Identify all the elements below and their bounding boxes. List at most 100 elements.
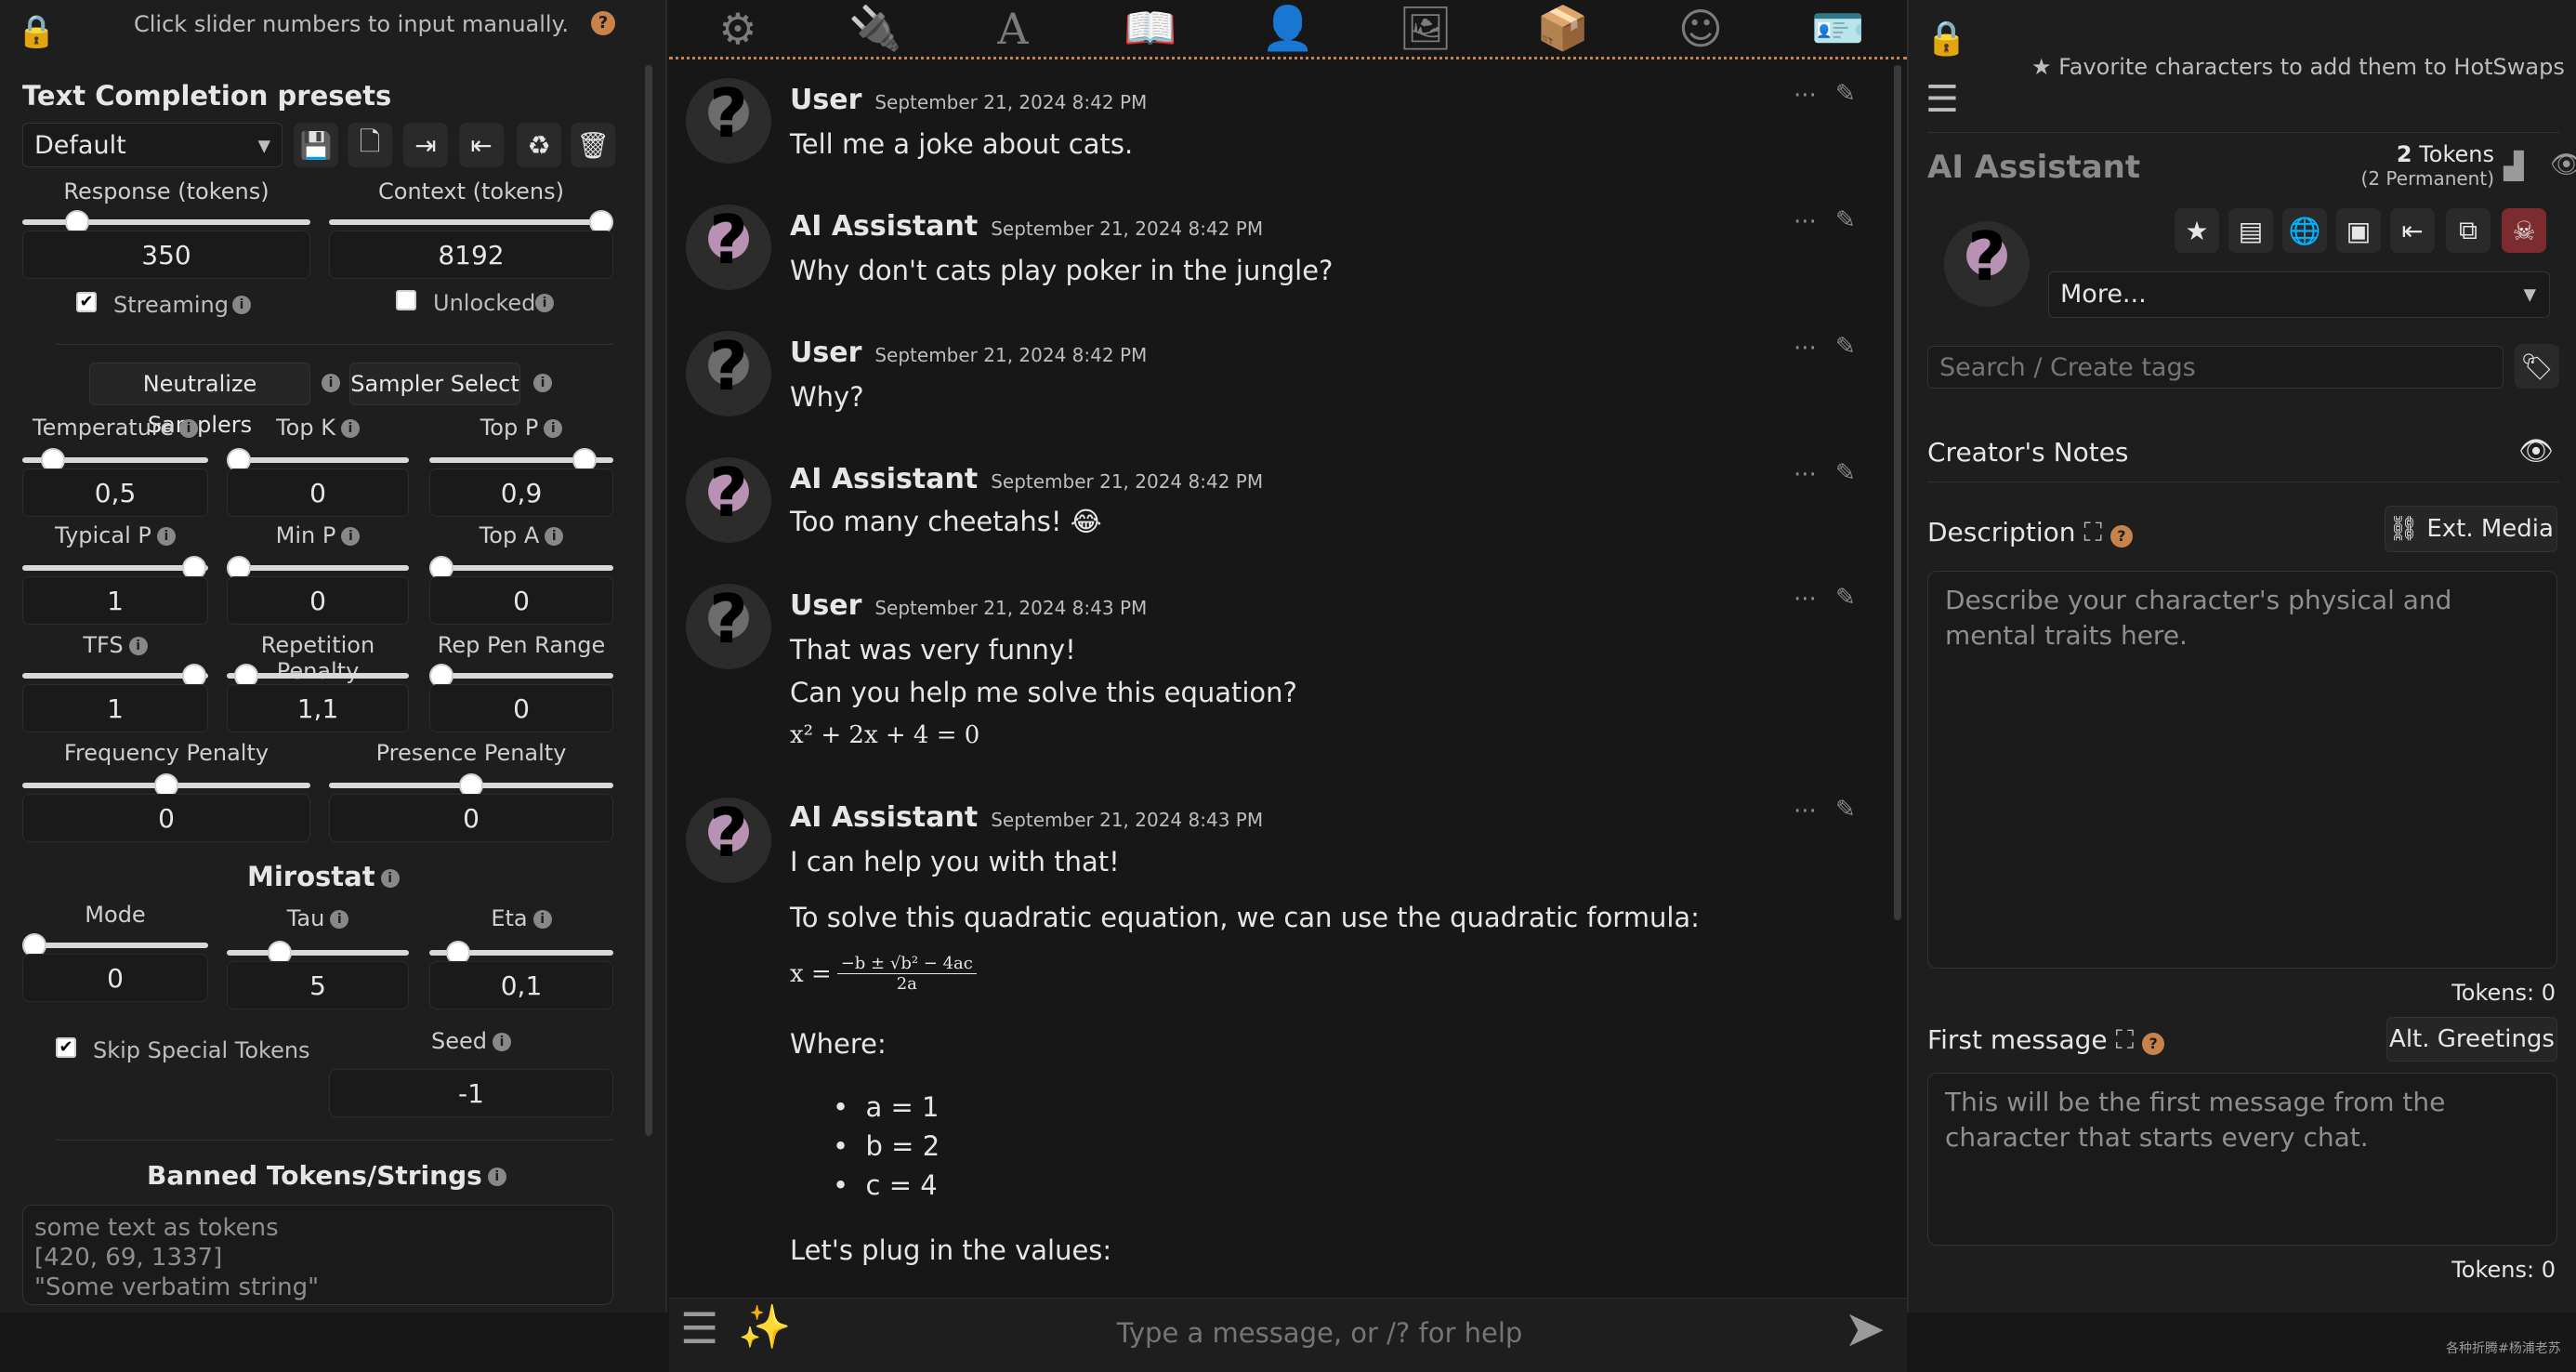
prespen-slider[interactable] [329, 773, 613, 798]
unlocked-checkbox[interactable]: ✔ [396, 290, 416, 310]
more-options-icon[interactable]: ··· [1794, 798, 1817, 825]
topp-value[interactable]: 0,9 [429, 468, 613, 517]
minp-slider[interactable] [227, 556, 409, 580]
new-file-icon[interactable]: 🗋 [348, 123, 392, 167]
ext-media-button[interactable]: ⛓ Ext. Media [2385, 506, 2557, 552]
mode-value[interactable]: 0 [22, 954, 208, 1002]
book-icon[interactable]: ▤ [2228, 208, 2273, 253]
user-settings-icon[interactable]: 👤 [1260, 3, 1316, 55]
help-icon[interactable]: ? [2109, 525, 2133, 547]
avatar[interactable] [686, 584, 771, 669]
topp-slider[interactable] [429, 448, 613, 472]
avatar[interactable] [686, 78, 771, 164]
skip-special-checkbox[interactable]: ✔ [56, 1037, 76, 1058]
scrollbar[interactable] [645, 65, 652, 1136]
message-input[interactable] [808, 1307, 1831, 1359]
tag-icon[interactable]: 🏷 [2515, 344, 2559, 389]
reppen-value[interactable]: 1,1 [227, 684, 409, 732]
more-options-icon[interactable]: ··· [1794, 461, 1817, 489]
persona-icon[interactable]: ☺ [1673, 3, 1728, 55]
topk-value[interactable]: 0 [227, 468, 409, 517]
typicalp-slider[interactable] [22, 556, 208, 580]
edit-icon[interactable]: ✎ [1835, 206, 1856, 234]
delete-character-icon[interactable]: ☠ [2502, 208, 2546, 253]
freqpen-slider[interactable] [22, 773, 310, 798]
magic-wand-icon[interactable]: ✨ [738, 1301, 791, 1352]
send-icon[interactable]: ➤ [1844, 1299, 1886, 1358]
avatar[interactable] [686, 457, 771, 543]
prespen-value[interactable]: 0 [329, 794, 613, 842]
creators-notes-label[interactable]: Creator's Notes [1927, 437, 2129, 468]
trash-icon[interactable]: 🗑 [571, 123, 615, 167]
tfs-slider[interactable] [22, 664, 208, 688]
more-select[interactable]: More... ▾ [2048, 271, 2550, 318]
help-icon[interactable]: ? [2142, 1033, 2165, 1055]
expand-icon[interactable]: ⛶ [2116, 1024, 2135, 1055]
menu-icon[interactable]: ☰ [680, 1303, 718, 1353]
list-icon[interactable]: ☰ [1925, 78, 1959, 121]
topk-slider[interactable] [227, 448, 409, 472]
description-textarea[interactable]: Describe your character's physical and m… [1927, 571, 2557, 969]
edit-icon[interactable]: ✎ [1835, 333, 1856, 361]
eye-icon[interactable]: 👁 [2518, 435, 2554, 468]
temperature-slider[interactable] [22, 448, 208, 472]
eye-icon[interactable]: 👁 [2550, 149, 2576, 179]
character-avatar[interactable] [1944, 221, 2030, 307]
freqpen-value[interactable]: 0 [22, 794, 310, 842]
edit-icon[interactable]: ✎ [1835, 796, 1856, 824]
edit-icon[interactable]: ✎ [1835, 459, 1856, 487]
export-icon[interactable]: ⇤ [2390, 208, 2435, 253]
lock-icon[interactable]: 🔒 [17, 13, 56, 50]
background-icon[interactable]: 🖼 [1398, 3, 1453, 55]
tfs-value[interactable]: 1 [22, 684, 208, 732]
streaming-checkbox[interactable]: ✔ [76, 292, 97, 312]
first-message-textarea[interactable]: This will be the first message from the … [1927, 1073, 2557, 1246]
expand-icon[interactable]: ⛶ [2083, 517, 2102, 547]
globe-icon[interactable]: 🌐 [2282, 208, 2327, 253]
character-card-icon[interactable]: 🪪 [1810, 3, 1866, 55]
neutralize-samplers-button[interactable]: Neutralize Samplers [89, 363, 310, 438]
preset-select[interactable]: Default ▾ [22, 123, 283, 167]
reppen-slider[interactable] [227, 664, 409, 688]
seed-value[interactable]: -1 [329, 1069, 613, 1117]
context-slider[interactable] [329, 210, 613, 234]
reppenrange-slider[interactable] [429, 664, 613, 688]
plug-icon[interactable]: 🔌 [848, 3, 903, 55]
more-options-icon[interactable]: ··· [1794, 335, 1817, 363]
sampler-select-button[interactable]: Sampler Select [349, 363, 520, 405]
recycle-icon[interactable]: ♻ [517, 123, 561, 167]
mode-slider[interactable] [22, 933, 208, 957]
edit-icon[interactable]: ✎ [1835, 80, 1856, 108]
import-icon[interactable]: ⇥ [403, 123, 448, 167]
world-book-icon[interactable]: 📖 [1123, 3, 1178, 55]
more-options-icon[interactable]: ··· [1794, 82, 1817, 110]
more-options-icon[interactable]: ··· [1794, 208, 1817, 236]
temperature-value[interactable]: 0,5 [22, 468, 208, 517]
tags-input[interactable] [1927, 346, 2504, 389]
lock-icon[interactable]: 🔒 [1925, 19, 1967, 58]
banned-tokens-textarea[interactable]: some text as tokens [420, 69, 1337] "Som… [22, 1205, 613, 1305]
topa-value[interactable]: 0 [429, 576, 613, 625]
reppenrange-value[interactable]: 0 [429, 684, 613, 732]
more-options-icon[interactable]: ··· [1794, 586, 1817, 613]
tau-slider[interactable] [227, 941, 409, 965]
eta-slider[interactable] [429, 941, 613, 965]
help-icon[interactable]: ? [591, 11, 615, 35]
response-value[interactable]: 350 [22, 231, 310, 279]
alt-greetings-button[interactable]: Alt. Greetings [2386, 1017, 2557, 1062]
sliders-icon[interactable]: ⚙ [710, 3, 766, 55]
typicalp-value[interactable]: 1 [22, 576, 208, 625]
edit-icon[interactable]: ✎ [1835, 584, 1856, 612]
avatar[interactable] [686, 331, 771, 416]
eta-value[interactable]: 0,1 [429, 961, 613, 1009]
passport-icon[interactable]: ▣ [2336, 208, 2381, 253]
font-icon[interactable]: A [985, 3, 1041, 55]
stats-icon[interactable]: ▟ [2504, 151, 2524, 181]
minp-value[interactable]: 0 [227, 576, 409, 625]
avatar[interactable] [686, 798, 771, 883]
duplicate-icon[interactable]: ⧉ [2446, 208, 2491, 253]
extensions-icon[interactable]: 📦 [1535, 3, 1591, 55]
topa-slider[interactable] [429, 556, 613, 580]
tau-value[interactable]: 5 [227, 961, 409, 1009]
context-value[interactable]: 8192 [329, 231, 613, 279]
